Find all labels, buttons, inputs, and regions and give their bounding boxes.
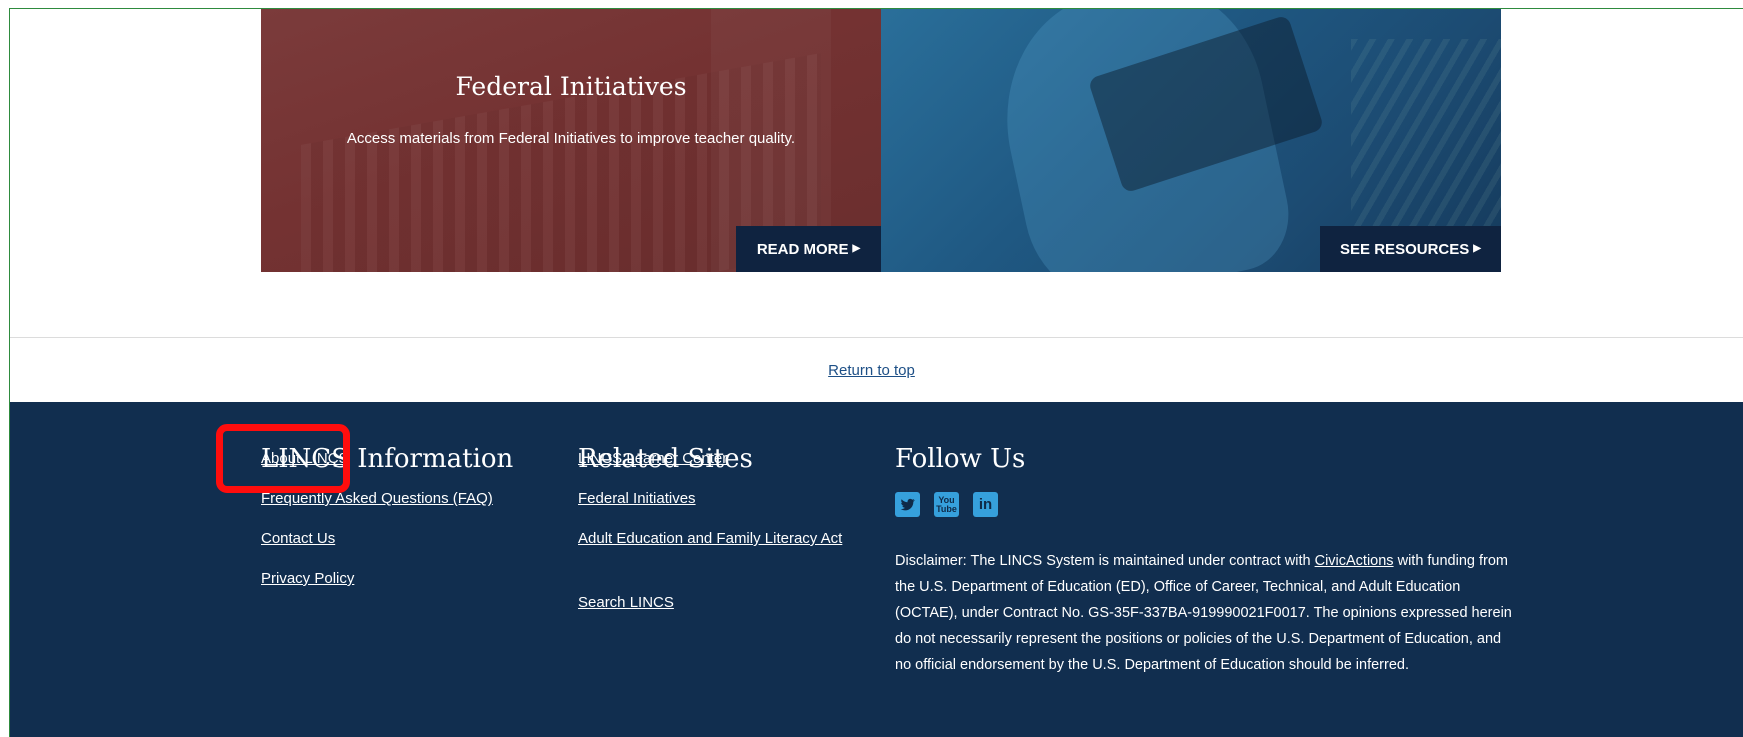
resources-panel: SEE RESOURCES ▶ [881, 9, 1501, 272]
return-to-top-link[interactable]: Return to top [828, 362, 915, 379]
linkedin-icon[interactable]: in [973, 492, 998, 517]
youtube-icon[interactable]: You Tube [934, 492, 959, 517]
youtube-text-bottom: Tube [936, 503, 957, 514]
see-resources-button[interactable]: SEE RESOURCES ▶ [1320, 226, 1501, 272]
federal-initiatives-link[interactable]: Federal Initiatives [578, 486, 696, 512]
contact-us-link[interactable]: Contact Us [261, 526, 335, 552]
panel-title: Federal Initiatives [455, 72, 687, 101]
faq-link[interactable]: Frequently Asked Questions (FAQ) [261, 486, 493, 512]
aefla-link[interactable]: Adult Education and Family Literacy Act [578, 526, 846, 552]
return-to-top-container: Return to top [0, 362, 1743, 379]
youtube-text: You Tube [936, 495, 957, 514]
read-more-label: READ MORE [756, 240, 849, 258]
plant-image [1351, 39, 1501, 239]
disclaimer-text: Disclaimer: The LINCS System is maintain… [895, 548, 1515, 678]
about-lincs-link[interactable]: About LINCS [261, 446, 349, 472]
follow-us-heading: Follow Us [895, 444, 1026, 474]
twitter-icon[interactable] [895, 492, 920, 517]
twitter-bird-glyph [900, 498, 915, 511]
triangle-right-icon: ▶ [1473, 243, 1481, 254]
see-resources-label: SEE RESOURCES [1340, 240, 1470, 258]
linkedin-text: in [978, 496, 993, 513]
federal-initiatives-panel: Federal Initiatives Access materials fro… [261, 9, 881, 272]
read-more-button[interactable]: READ MORE ▶ [736, 226, 881, 272]
social-links: You Tube in [895, 492, 998, 517]
triangle-right-icon: ▶ [852, 243, 861, 254]
disclaimer-after: with funding from the U.S. Department of… [895, 553, 1512, 673]
disclaimer-before: Disclaimer: The LINCS System is maintain… [895, 553, 1315, 569]
search-lincs-link[interactable]: Search LINCS [578, 590, 674, 616]
section-divider [10, 337, 1743, 338]
panel-description: Access materials from Federal Initiative… [346, 130, 796, 147]
hero-panels: Federal Initiatives Access materials fro… [261, 9, 1501, 272]
civicactions-link[interactable]: CivicActions [1315, 553, 1394, 569]
site-footer: LINCS Information About LINCS Frequently… [10, 402, 1743, 737]
learner-center-link[interactable]: LINCS Learner Center [578, 446, 727, 472]
privacy-policy-link[interactable]: Privacy Policy [261, 566, 354, 592]
